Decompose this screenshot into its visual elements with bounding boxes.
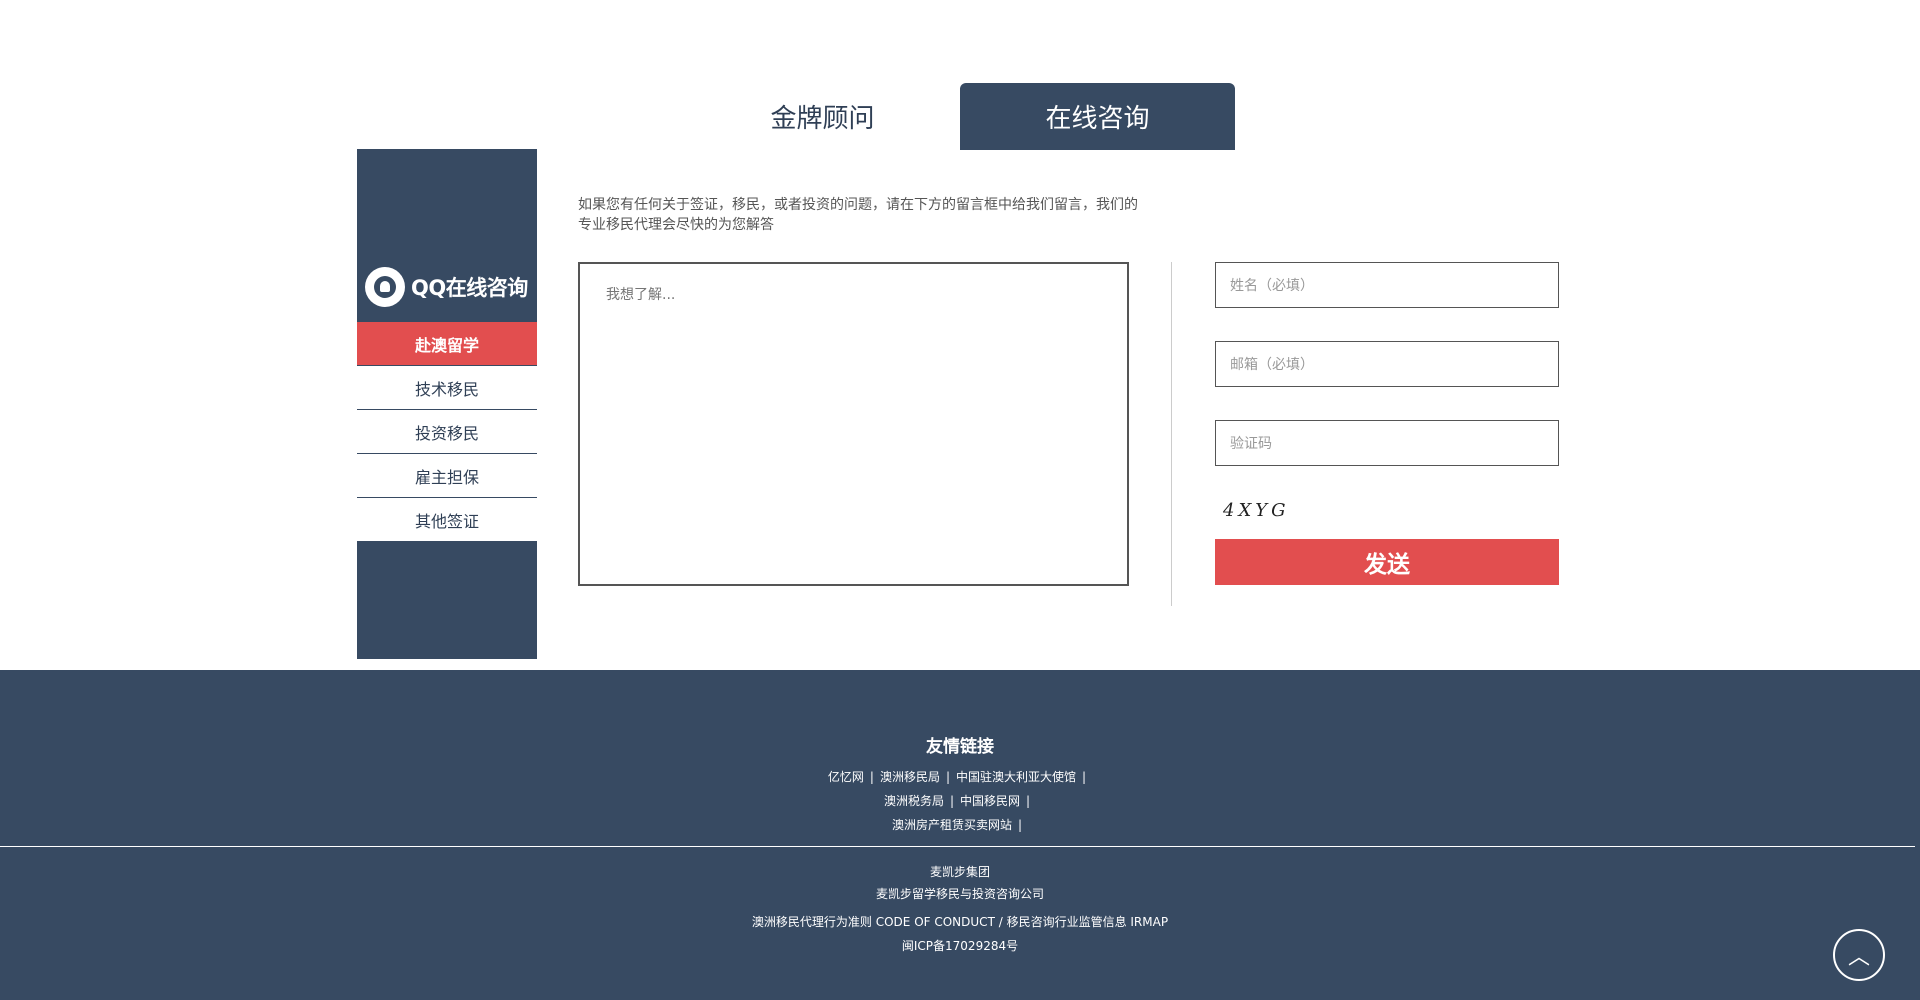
sidebar-item-other-visa[interactable]: 其他签证 <box>357 498 537 542</box>
link-row-3: 澳洲房产租赁买卖网站 | <box>891 818 1023 832</box>
captcha-image[interactable]: 4XYG <box>1223 500 1290 521</box>
icp-number[interactable]: 闽ICP备17029284号 <box>0 937 1920 954</box>
intro-line-1: 如果您有任何关于签证，移民，或者投资的问题，请在下方的留言框中给我们留言，我们的 <box>578 197 1138 213</box>
link-embassy[interactable]: 中国驻澳大利亚大使馆 <box>956 770 1076 784</box>
link-row-1: 亿忆网 | 澳洲移民局 | 中国驻澳大利亚大使馆 | <box>827 770 1087 784</box>
tab-online-consult[interactable]: 在线咨询 <box>960 83 1235 150</box>
link-ato[interactable]: 澳洲税务局 <box>884 794 944 808</box>
tab-bar: 金牌顾问 在线咨询 <box>0 83 1920 150</box>
sidebar: QQ在线咨询 赴澳留学 技术移民 投资移民 雇主担保 其他签证 <box>357 149 537 659</box>
email-field[interactable]: 邮箱（必填） <box>1215 341 1559 387</box>
form-divider <box>1171 262 1172 606</box>
back-to-top-button[interactable]: ︿ <box>1833 929 1885 981</box>
company-name: 麦凯步留学移民与投资咨询公司 <box>875 887 1044 901</box>
company-group: 麦凯步集团 <box>929 865 990 879</box>
sidebar-item-study[interactable]: 赴澳留学 <box>357 322 537 366</box>
friend-links-title: 友情链接 <box>926 737 994 757</box>
qq-icon <box>365 267 405 307</box>
message-textarea[interactable] <box>578 262 1129 586</box>
chevron-up-icon: ︿ <box>1847 945 1870 970</box>
conduct-link[interactable]: 澳洲移民代理行为准则 CODE OF CONDUCT / 移民咨询行业监管信息 … <box>0 913 1920 930</box>
form-intro: 如果您有任何关于签证，移民，或者投资的问题，请在下方的留言框中给我们留言，我们的… <box>578 195 1148 235</box>
tab-gold-advisor[interactable]: 金牌顾问 <box>685 83 960 150</box>
captcha-field[interactable]: 验证码 <box>1215 420 1559 466</box>
qq-consult-label: QQ在线咨询 <box>411 276 528 300</box>
send-button[interactable]: 发送 <box>1215 539 1559 585</box>
intro-line-2: 专业移民代理会尽快的为您解答 <box>578 217 774 233</box>
name-field[interactable]: 姓名（必填） <box>1215 262 1559 308</box>
link-immi[interactable]: 澳洲移民局 <box>880 770 940 784</box>
qq-consult-link[interactable]: QQ在线咨询 <box>365 267 528 307</box>
sidebar-header: QQ在线咨询 <box>357 149 537 322</box>
footer-divider <box>0 846 1915 847</box>
sidebar-footer <box>357 541 537 659</box>
page: 金牌顾问 在线咨询 QQ在线咨询 赴澳留学 技术移民 投资移民 雇主担保 其他签… <box>0 0 1920 1000</box>
link-row-2: 澳洲税务局 | 中国移民网 | <box>883 794 1031 808</box>
sidebar-item-skilled[interactable]: 技术移民 <box>357 366 537 410</box>
link-realestate[interactable]: 澳洲房产租赁买卖网站 <box>892 818 1012 832</box>
footer: 友情链接 亿忆网 | 澳洲移民局 | 中国驻澳大利亚大使馆 | 澳洲税务局 | 中国移民网 | … <box>0 670 1920 1000</box>
link-china-immigration[interactable]: 中国移民网 <box>960 794 1020 808</box>
sidebar-item-investment[interactable]: 投资移民 <box>357 410 537 454</box>
link-yiyi[interactable]: 亿忆网 <box>828 770 864 784</box>
sidebar-item-employer[interactable]: 雇主担保 <box>357 454 537 498</box>
